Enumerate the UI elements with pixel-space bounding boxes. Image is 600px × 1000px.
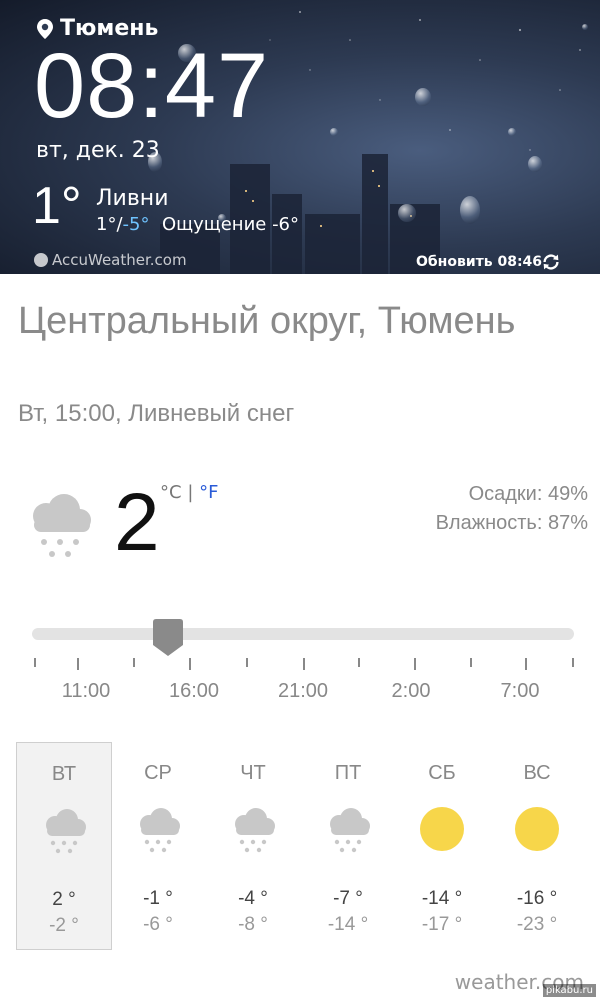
widget-date: вт, дек. 23 bbox=[36, 138, 160, 163]
timeline-tick bbox=[358, 658, 360, 667]
window-light bbox=[378, 185, 380, 187]
timeline-label: 16:00 bbox=[168, 680, 220, 702]
timeline-label: 21:00 bbox=[277, 680, 329, 702]
timeline-label: 2:00 bbox=[391, 680, 431, 702]
widget-range-low: -5° bbox=[122, 214, 150, 235]
day-column[interactable]: ВС -16 ° -23 ° bbox=[489, 742, 585, 950]
weather-widget[interactable]: Тюмень 08:47 вт, дек. 23 1° Ливни 1°/-5°… bbox=[0, 0, 600, 274]
timeline-tick bbox=[246, 658, 248, 667]
snow-cloud-icon bbox=[323, 804, 373, 854]
widget-range-high: 1° bbox=[96, 214, 117, 235]
timeline-tick bbox=[414, 658, 416, 670]
timeline-tick bbox=[189, 658, 191, 670]
widget-condition: Ливни bbox=[96, 186, 169, 211]
raindrop bbox=[415, 88, 431, 106]
day-name: СБ bbox=[428, 762, 456, 784]
widget-range: 1°/-5° bbox=[96, 214, 149, 235]
unit-separator: | bbox=[187, 482, 194, 503]
day-high-temp: -1 ° bbox=[143, 888, 173, 909]
humidity-label: Влажность: 87% bbox=[435, 512, 588, 534]
day-low-temp: -23 ° bbox=[516, 914, 558, 935]
timeline-tick bbox=[133, 658, 135, 667]
day-low-temp: -17 ° bbox=[421, 914, 463, 935]
raindrop bbox=[330, 128, 338, 136]
sun-icon bbox=[417, 804, 467, 854]
accuweather-link[interactable]: AccuWeather.com bbox=[34, 251, 187, 269]
day-high-temp: -16 ° bbox=[516, 888, 558, 909]
unit-toggle: °C | °F bbox=[160, 482, 218, 503]
sun-icon bbox=[512, 804, 562, 854]
day-low-temp: -6 ° bbox=[143, 914, 173, 935]
watermark: pikabu.ru bbox=[542, 984, 596, 997]
widget-feels-like: Ощущение -6° bbox=[162, 214, 300, 235]
day-low-temp: -2 ° bbox=[49, 915, 79, 936]
snow-cloud-icon bbox=[33, 494, 91, 557]
day-high-temp: 2 ° bbox=[52, 889, 76, 910]
day-name: СР bbox=[144, 762, 172, 784]
day-column[interactable]: ВТ 2 ° -2 ° bbox=[16, 742, 112, 950]
raindrop bbox=[460, 196, 480, 224]
fahrenheit-toggle[interactable]: °F bbox=[199, 482, 218, 503]
snow-cloud-icon bbox=[39, 805, 89, 855]
day-column[interactable]: СБ -14 ° -17 ° bbox=[394, 742, 490, 950]
window-light bbox=[252, 200, 254, 202]
window-light bbox=[245, 190, 247, 192]
hour-slider-track[interactable] bbox=[32, 628, 574, 640]
day-name: ВС bbox=[523, 762, 551, 784]
accuweather-logo-icon bbox=[34, 253, 48, 267]
day-low-temp: -14 ° bbox=[327, 914, 369, 935]
current-temperature: 2 bbox=[114, 477, 160, 568]
accuweather-brand-label: AccuWeather.com bbox=[52, 251, 187, 269]
day-name: ЧТ bbox=[240, 762, 266, 784]
forecast-subline: Вт, 15:00, Ливневый снег bbox=[18, 400, 295, 427]
day-column[interactable]: СР -1 ° -6 ° bbox=[110, 742, 206, 950]
precipitation-label: Осадки: 49% bbox=[468, 483, 588, 505]
timeline-tick bbox=[572, 658, 574, 667]
hour-slider-thumb[interactable] bbox=[152, 619, 183, 657]
skyline bbox=[362, 154, 388, 274]
day-column[interactable]: ПТ -7 ° -14 ° bbox=[300, 742, 396, 950]
day-high-temp: -4 ° bbox=[238, 888, 268, 909]
timeline-tick bbox=[77, 658, 79, 670]
raindrop bbox=[582, 24, 588, 30]
day-low-temp: -8 ° bbox=[238, 914, 268, 935]
raindrop bbox=[398, 204, 416, 222]
timeline-label: 7:00 bbox=[500, 680, 540, 702]
snow-cloud-icon bbox=[228, 804, 278, 854]
timeline-tick bbox=[525, 658, 527, 670]
celsius-toggle[interactable]: °C bbox=[160, 482, 182, 503]
timeline-tick bbox=[470, 658, 472, 667]
day-high-temp: -14 ° bbox=[421, 888, 463, 909]
raindrop bbox=[528, 156, 542, 172]
timeline-tick bbox=[34, 658, 36, 667]
snow-cloud-icon bbox=[133, 804, 183, 854]
widget-updated-label: Обновить 08:46 bbox=[416, 254, 543, 270]
widget-temperature: 1° bbox=[32, 177, 82, 235]
skyline bbox=[305, 214, 360, 274]
day-name: ПТ bbox=[334, 762, 362, 784]
timeline-label: 11:00 bbox=[61, 680, 111, 702]
day-column[interactable]: ЧТ -4 ° -8 ° bbox=[205, 742, 301, 950]
window-light bbox=[372, 170, 374, 172]
location-title: Центральный округ, Тюмень bbox=[18, 300, 516, 342]
day-high-temp: -7 ° bbox=[333, 888, 363, 909]
timeline-tick bbox=[303, 658, 305, 670]
widget-clock[interactable]: 08:47 bbox=[34, 40, 269, 132]
day-name: ВТ bbox=[51, 763, 77, 785]
window-light bbox=[320, 225, 322, 227]
raindrop bbox=[508, 128, 516, 136]
refresh-icon[interactable] bbox=[540, 251, 562, 273]
